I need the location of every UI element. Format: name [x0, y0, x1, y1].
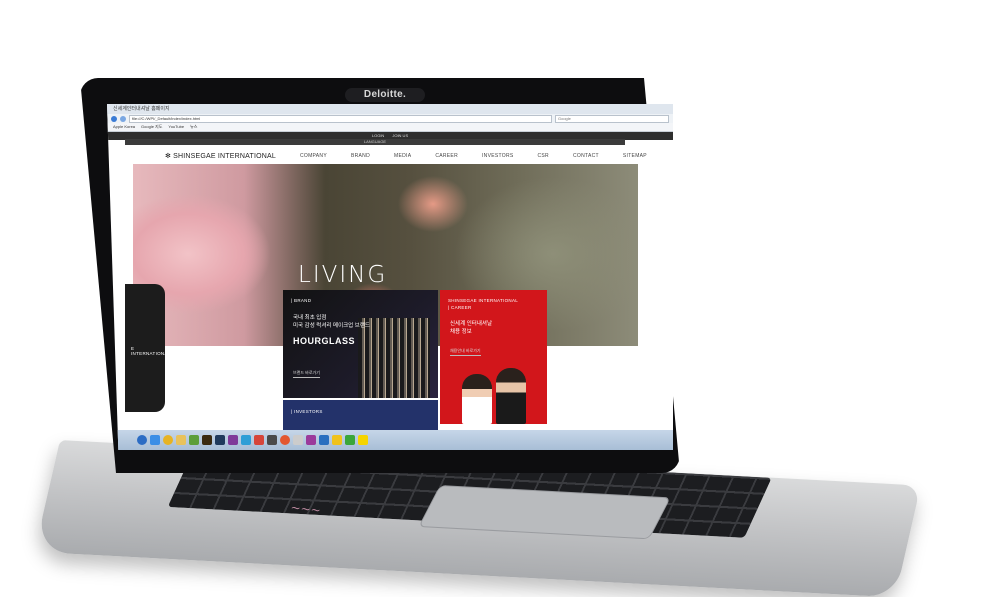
- logo-icon: ✻: [165, 153, 172, 160]
- back-icon[interactable]: [111, 115, 117, 122]
- chrome-icon[interactable]: [163, 435, 173, 445]
- app-icon[interactable]: [267, 435, 277, 445]
- laptop-screen: 신세계인터내셔날 홈페이지 file:///C:/WPI/_Default/in…: [107, 104, 673, 450]
- nav-investors[interactable]: INVESTORS: [482, 153, 514, 159]
- career-card-label1: SHINSEGAE INTERNATIONAL: [448, 298, 519, 303]
- bookmark-item[interactable]: Google 지도: [141, 123, 162, 131]
- language-bar[interactable]: LANGUAGE: [125, 139, 625, 145]
- hero-title: LIVING: [298, 262, 388, 288]
- app-icon[interactable]: [345, 435, 355, 445]
- app-icon[interactable]: [254, 435, 264, 445]
- side-tab-label: E INTERNATIONAL: [131, 346, 171, 356]
- forward-icon[interactable]: [120, 115, 126, 122]
- window-title: 신세계인터내셔날 홈페이지: [107, 104, 673, 114]
- app-icon[interactable]: [280, 435, 290, 445]
- site-logo[interactable]: ✻ SHINSEGAE INTERNATIONAL: [165, 152, 276, 161]
- career-card-link[interactable]: 채용안내 바로가기: [450, 348, 481, 356]
- ie-icon[interactable]: [150, 435, 160, 445]
- nav-csr[interactable]: CSR: [538, 153, 549, 159]
- app-icon[interactable]: [319, 435, 329, 445]
- brand-card-link[interactable]: 브랜드 바로가기: [293, 370, 320, 378]
- brand-card[interactable]: | BRAND 국내 최초 입점 미국 감성 럭셔리 메이크업 브랜드 HOUR…: [283, 290, 438, 398]
- url-field[interactable]: file:///C:/WPI/_Default/index/index.html: [129, 114, 552, 123]
- investors-card-label: | INVESTORS: [291, 409, 323, 414]
- app-icon[interactable]: [189, 435, 199, 445]
- photoshop-icon[interactable]: [215, 435, 225, 445]
- brand-card-text1: 국내 최초 입점: [293, 315, 327, 321]
- address-bar: file:///C:/WPI/_Default/index/index.html…: [107, 114, 673, 123]
- site-nav: ✻ SHINSEGAE INTERNATIONAL COMPANY BRAND …: [107, 148, 673, 164]
- bookmarks-bar: Apple Korea Google 지도 YouTube 뉴스: [107, 123, 673, 132]
- nav-career[interactable]: CAREER: [435, 153, 458, 159]
- person-figure: [496, 368, 526, 424]
- nav-brand[interactable]: BRAND: [351, 153, 370, 159]
- nav-media[interactable]: MEDIA: [394, 153, 411, 159]
- app-icon[interactable]: [306, 435, 316, 445]
- career-card[interactable]: SHINSEGAE INTERNATIONAL | CAREER 신세계 인터내…: [440, 290, 547, 424]
- hourglass-product-image: [358, 318, 430, 398]
- app-icon[interactable]: [358, 435, 368, 445]
- career-card-text1: 신세계 인터내셔날: [450, 321, 493, 327]
- career-card-label2: | CAREER: [448, 305, 472, 310]
- bookmark-item[interactable]: 뉴스: [190, 123, 197, 131]
- nav-sitemap[interactable]: SITEMAP: [623, 153, 647, 159]
- start-icon[interactable]: [137, 435, 147, 445]
- investors-card[interactable]: | INVESTORS: [283, 400, 438, 430]
- nav-company[interactable]: COMPANY: [300, 153, 327, 159]
- app-icon[interactable]: [241, 435, 251, 445]
- brand-card-name: HOURGLASS: [293, 336, 356, 346]
- logo-text: SHINSEGAE INTERNATIONAL: [173, 152, 276, 160]
- career-people-image: [462, 360, 530, 424]
- bezel-label: Deloitte.: [345, 88, 425, 102]
- person-figure: [462, 374, 492, 424]
- search-input[interactable]: Google: [555, 114, 669, 123]
- bookmark-item[interactable]: Apple Korea: [113, 123, 135, 131]
- career-card-text2: 채용 정보: [450, 329, 472, 335]
- app-icon[interactable]: [228, 435, 238, 445]
- app-icon[interactable]: [293, 435, 303, 445]
- app-icon[interactable]: [332, 435, 342, 445]
- folder-icon[interactable]: [176, 435, 186, 445]
- side-tab[interactable]: E INTERNATIONAL: [125, 284, 170, 412]
- taskbar: [107, 430, 673, 450]
- bookmark-item[interactable]: YouTube: [168, 123, 184, 131]
- illustrator-icon[interactable]: [202, 435, 212, 445]
- brand-card-label: | BRAND: [291, 298, 312, 303]
- nav-contact[interactable]: CONTACT: [573, 153, 599, 159]
- brand-card-text2: 미국 감성 럭셔리 메이크업 브랜드: [293, 323, 370, 329]
